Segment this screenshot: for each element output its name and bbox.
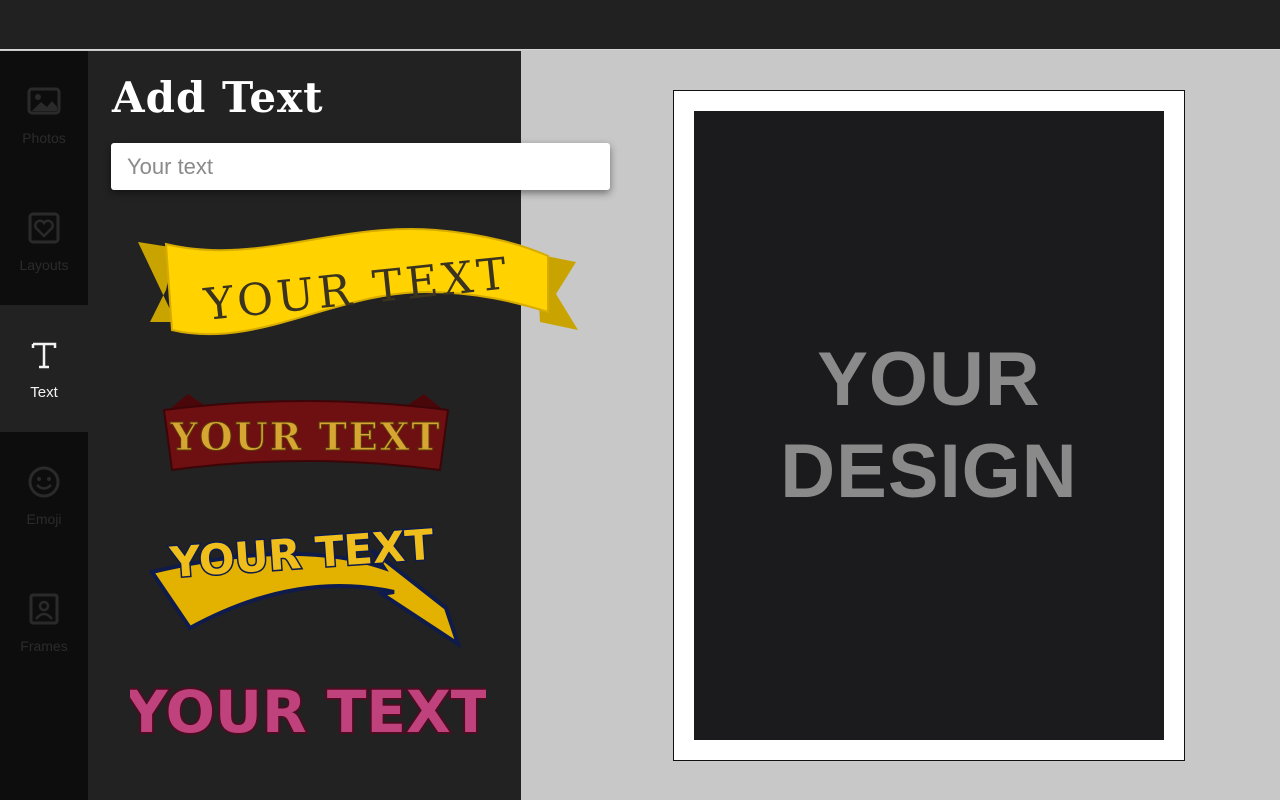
portrait-frame-icon xyxy=(26,591,62,632)
image-icon xyxy=(26,83,62,124)
preset-pink-marquee[interactable]: YOUR TEXT xyxy=(130,670,486,746)
panel-title: Add Text xyxy=(112,73,324,122)
sidebar-item-emoji[interactable]: Emoji xyxy=(0,432,88,559)
canvas-line-2: DESIGN xyxy=(780,428,1078,514)
top-bar xyxy=(0,0,1280,50)
sidebar-item-label: Photos xyxy=(22,130,66,146)
sidebar-item-label: Frames xyxy=(20,638,68,654)
sidebar-item-frames[interactable]: Frames xyxy=(0,559,88,686)
sidebar-item-photos[interactable]: Photos xyxy=(0,51,88,178)
text-input[interactable] xyxy=(111,143,610,190)
preset-red-banner[interactable]: YOUR TEXT xyxy=(158,390,454,480)
text-t-icon xyxy=(26,337,62,378)
preset-4-label: YOUR TEXT xyxy=(130,678,486,746)
design-canvas[interactable]: YOUR DESIGN xyxy=(673,90,1185,761)
canvas-line-1: YOUR xyxy=(817,336,1041,422)
canvas-print-area[interactable]: YOUR DESIGN xyxy=(694,111,1164,740)
sidebar-item-label: Emoji xyxy=(26,511,62,527)
sidebar-item-text[interactable]: Text xyxy=(0,305,88,432)
heart-frame-icon xyxy=(26,210,62,251)
preset-yellow-ribbon[interactable]: YOUR TEXT xyxy=(136,226,580,346)
sidebar-item-label: Text xyxy=(30,383,58,401)
sidebar-item-label: Layouts xyxy=(19,257,69,273)
tool-rail: Photos Layouts Text Emoji Frames xyxy=(0,51,88,800)
canvas-placeholder-text: YOUR DESIGN xyxy=(780,334,1077,518)
smiley-icon xyxy=(26,464,62,505)
preset-2-label: YOUR TEXT xyxy=(169,414,441,459)
sidebar-item-layouts[interactable]: Layouts xyxy=(0,178,88,305)
preset-yellow-arch[interactable]: YOUR TEXT xyxy=(146,498,462,648)
